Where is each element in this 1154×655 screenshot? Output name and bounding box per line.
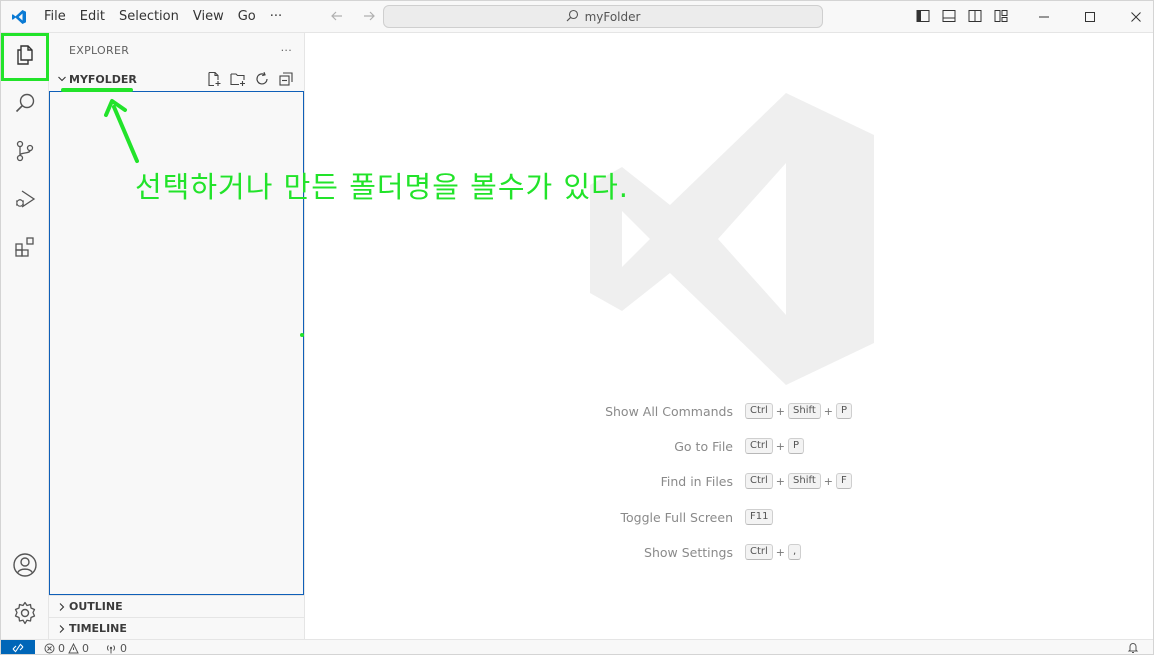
- menu-file[interactable]: File: [37, 5, 73, 29]
- remote-icon: [12, 643, 24, 653]
- timeline-label: TIMELINE: [69, 622, 127, 635]
- shortcut-row: Toggle Full Screen F11: [305, 507, 1153, 527]
- warning-icon: [68, 642, 79, 653]
- folder-section-header[interactable]: MYFOLDER: [49, 68, 304, 90]
- manage-activity-button[interactable]: [1, 591, 49, 639]
- shortcut-label: Go to File: [674, 438, 733, 454]
- key: Ctrl: [745, 473, 773, 489]
- shortcut-row: Find in Files Ctrl + Shift + F: [305, 471, 1153, 491]
- search-activity-button[interactable]: [1, 81, 49, 129]
- explorer-activity-button[interactable]: [1, 33, 49, 81]
- vscode-window: File Edit Selection View Go ··· myFolder: [0, 0, 1154, 655]
- customize-layout-icon[interactable]: [991, 6, 1011, 26]
- account-icon: [12, 552, 38, 582]
- folder-name: MYFOLDER: [69, 72, 137, 86]
- explorer-sidebar: EXPLORER ··· MYFOLDER OUTLINE TIMELINE: [49, 33, 305, 639]
- chevron-down-icon: [55, 74, 69, 84]
- activity-bar: [1, 33, 49, 639]
- chevron-right-icon: [55, 602, 69, 612]
- ports-count: 0: [120, 641, 127, 655]
- sidebar-title: EXPLORER: [69, 44, 130, 57]
- extensions-icon: [13, 235, 37, 263]
- menu-edit[interactable]: Edit: [73, 5, 112, 29]
- maximize-icon[interactable]: [1067, 1, 1113, 33]
- new-file-icon[interactable]: [204, 69, 224, 89]
- search-icon: [566, 9, 579, 25]
- editor-area: Show All Commands Ctrl + Shift + P Go to F…: [305, 33, 1153, 639]
- minimize-icon[interactable]: [1021, 1, 1067, 33]
- title-bar: File Edit Selection View Go ··· myFolder: [1, 1, 1153, 33]
- key: F: [835, 473, 852, 489]
- extensions-activity-button[interactable]: [1, 225, 49, 273]
- close-icon[interactable]: [1113, 1, 1153, 33]
- navigation-arrows: [326, 5, 380, 27]
- shortcut-label: Find in Files: [660, 473, 733, 489]
- key: F11: [745, 509, 774, 525]
- vscode-logo-icon: [1, 1, 37, 33]
- command-center-text: myFolder: [584, 9, 641, 24]
- toggle-secondary-sidebar-icon[interactable]: [965, 6, 985, 26]
- back-arrow-icon[interactable]: [326, 5, 348, 27]
- remote-indicator-button[interactable]: [1, 639, 35, 654]
- shortcut-row: Go to File Ctrl + P: [305, 436, 1153, 456]
- window-controls: [1021, 1, 1153, 33]
- sidebar-header: EXPLORER ···: [49, 33, 304, 68]
- gear-icon: [12, 600, 38, 630]
- shortcut-row: Show Settings Ctrl + ,: [305, 542, 1153, 562]
- timeline-section-header[interactable]: TIMELINE: [49, 617, 304, 639]
- accounts-activity-button[interactable]: [1, 543, 49, 591]
- files-icon: [13, 43, 37, 71]
- menu-bar: File Edit Selection View Go ···: [37, 1, 289, 33]
- refresh-icon[interactable]: [252, 69, 272, 89]
- key: Shift: [788, 473, 821, 489]
- menu-go[interactable]: Go: [231, 5, 263, 29]
- new-folder-icon[interactable]: [228, 69, 248, 89]
- run-debug-activity-button[interactable]: [1, 177, 49, 225]
- menu-more[interactable]: ···: [263, 5, 289, 29]
- sidebar-more-actions[interactable]: ···: [281, 44, 292, 57]
- shortcut-keys: F11: [745, 509, 774, 525]
- layout-controls: [913, 6, 1011, 26]
- shortcut-keys: Ctrl + Shift + P: [745, 403, 852, 419]
- key: Ctrl: [745, 403, 773, 419]
- error-icon: [44, 643, 55, 653]
- source-control-activity-button[interactable]: [1, 129, 49, 177]
- shortcut-keys: Ctrl + P: [745, 438, 805, 454]
- toggle-primary-sidebar-icon[interactable]: [913, 6, 933, 26]
- status-bar: 0 0 0: [1, 639, 1153, 655]
- bell-icon[interactable]: [1127, 641, 1139, 654]
- chevron-right-icon: [55, 624, 69, 634]
- menu-selection[interactable]: Selection: [112, 5, 186, 29]
- menu-view[interactable]: View: [186, 5, 231, 29]
- key: P: [788, 438, 805, 454]
- key: ,: [788, 544, 802, 560]
- shortcut-label: Show All Commands: [605, 403, 733, 419]
- key: Ctrl: [745, 544, 773, 560]
- shortcut-row: Show All Commands Ctrl + Shift + P: [305, 401, 1153, 421]
- key: Ctrl: [745, 438, 773, 454]
- error-count: 0: [58, 641, 65, 655]
- shortcut-label: Show Settings: [644, 544, 733, 560]
- ports-status[interactable]: 0: [105, 641, 127, 655]
- search-icon: [13, 91, 37, 119]
- run-debug-icon: [13, 187, 37, 215]
- outline-label: OUTLINE: [69, 600, 123, 613]
- problems-status[interactable]: 0 0: [44, 641, 89, 655]
- annotation-text: 선택하거나 만든 폴더명을 볼수가 있다.: [135, 170, 629, 204]
- key: Shift: [788, 403, 821, 419]
- key: P: [835, 403, 852, 419]
- source-control-icon: [13, 139, 37, 167]
- outline-section-header[interactable]: OUTLINE: [49, 595, 304, 617]
- warning-count: 0: [82, 641, 89, 655]
- forward-arrow-icon[interactable]: [358, 5, 380, 27]
- toggle-panel-icon[interactable]: [939, 6, 959, 26]
- shortcut-keys: Ctrl + ,: [745, 544, 802, 560]
- shortcut-keys: Ctrl + Shift + F: [745, 473, 852, 489]
- shortcut-label: Toggle Full Screen: [620, 509, 734, 525]
- folder-actions: [204, 69, 304, 89]
- command-center-search[interactable]: myFolder: [383, 5, 823, 28]
- collapse-all-icon[interactable]: [276, 69, 296, 89]
- vscode-watermark-icon: [590, 93, 874, 389]
- broadcast-icon: [106, 644, 116, 653]
